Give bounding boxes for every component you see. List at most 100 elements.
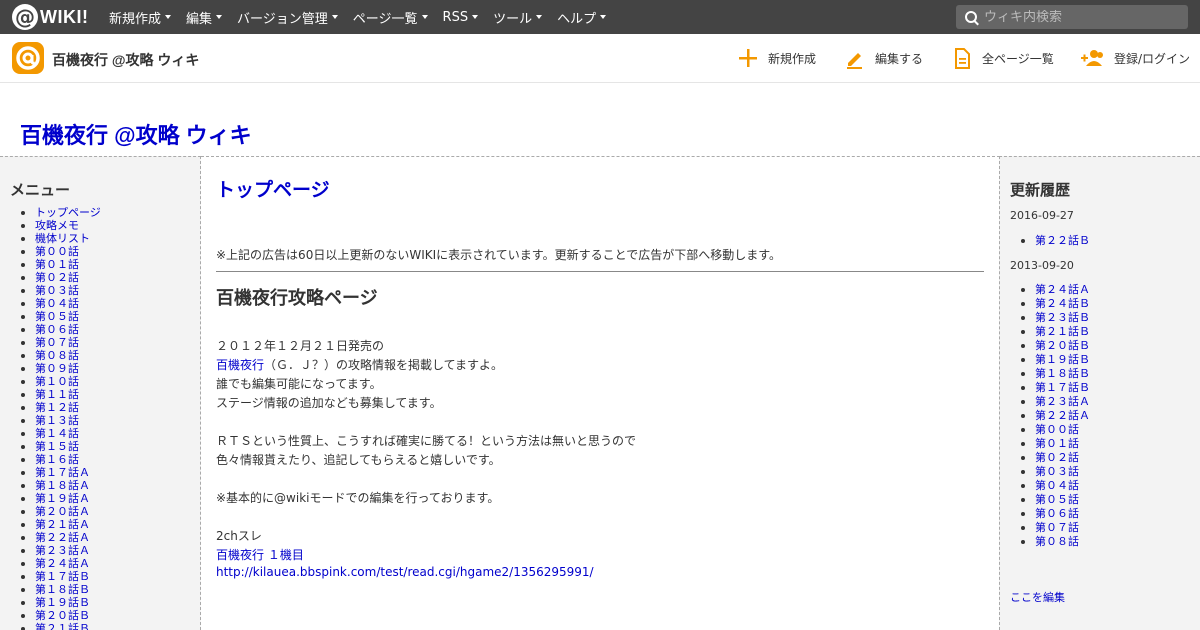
list-item-link[interactable]: 第０２話: [1035, 451, 1079, 464]
list-item-link[interactable]: 第１８話Ｂ: [35, 583, 90, 596]
all-pages-button[interactable]: 全ページ一覧: [951, 47, 1054, 69]
list-item-link[interactable]: 第２０話Ｂ: [35, 609, 90, 622]
edit-page-button[interactable]: 編集する: [844, 47, 923, 69]
list-item-link[interactable]: 第２３話Ｂ: [1035, 311, 1090, 324]
new-page-button[interactable]: 新規作成: [737, 47, 816, 69]
list-item: 第２２話Ｂ: [1020, 234, 1090, 248]
list-item-link[interactable]: 第０４話: [1035, 479, 1079, 492]
list-item-link[interactable]: 第２２話Ａ: [35, 531, 90, 544]
list-item-link[interactable]: 第１２話: [35, 401, 79, 414]
list-item-link[interactable]: 第０６話: [35, 323, 79, 336]
list-item-link[interactable]: 第２４話Ａ: [35, 557, 90, 570]
body-line: ステージ情報の追加なども募集してます。: [216, 396, 442, 410]
list-item-link[interactable]: 第１５話: [35, 440, 79, 453]
list-item-link[interactable]: 第２０話Ｂ: [1035, 339, 1090, 352]
list-item-link[interactable]: 第１８話Ａ: [35, 479, 90, 492]
list-item-link[interactable]: 第０１話: [35, 258, 79, 271]
site-name[interactable]: 百機夜行 @攻略 ウィキ: [52, 50, 199, 70]
search-icon[interactable]: [965, 11, 977, 23]
login-button[interactable]: 登録/ログイン: [1081, 47, 1190, 69]
list-item-link[interactable]: 第０１話: [1035, 437, 1079, 450]
list-item-link[interactable]: 第０２話: [35, 271, 79, 284]
list-item-link[interactable]: トップページ: [35, 206, 101, 219]
list-item-link[interactable]: 第１１話: [35, 388, 79, 401]
topnav-tools[interactable]: ツール: [493, 8, 543, 27]
list-item: 第０３話: [1020, 465, 1090, 479]
caret-down-icon: [421, 15, 428, 19]
list-item-link[interactable]: 第０８話: [35, 349, 79, 362]
list-item-link[interactable]: 第２２話Ｂ: [1035, 234, 1090, 247]
topnav-pagelist[interactable]: ページ一覧: [353, 8, 428, 27]
list-item: 第１７話Ａ: [20, 466, 101, 479]
list-item: 第２４話Ａ: [20, 557, 101, 570]
thread-url-link[interactable]: http://kilauea.bbspink.com/test/read.cgi…: [216, 565, 594, 579]
list-item-link[interactable]: 第１０話: [35, 375, 79, 388]
list-item-link[interactable]: 第００話: [1035, 423, 1079, 436]
list-item-link[interactable]: 第２０話Ａ: [35, 505, 90, 518]
main-heading[interactable]: トップページ: [216, 175, 330, 202]
site-logo-icon[interactable]: [12, 42, 44, 74]
list-item-link[interactable]: 第０６話: [1035, 507, 1079, 520]
list-item-link[interactable]: 第０５話: [35, 310, 79, 323]
menu-list: トップページ 攻略メモ 機体リスト 第００話 第０１話 第０２話 第０３話 第０４話 第０５話第…: [20, 206, 101, 630]
topnav-new[interactable]: 新規作成: [109, 8, 172, 27]
list-item: 第０３話: [20, 284, 101, 297]
list-item-link[interactable]: 攻略メモ: [35, 219, 79, 232]
thread-link[interactable]: 百機夜行 １機目: [216, 546, 304, 563]
list-item-link[interactable]: 第１３話: [35, 414, 79, 427]
list-item-link[interactable]: 第２２話Ａ: [1035, 409, 1090, 422]
topnav-help[interactable]: ヘルプ: [557, 8, 607, 27]
topnav-label: 編集: [186, 11, 213, 27]
topnav-label: ヘルプ: [557, 11, 597, 27]
topnav-version[interactable]: バージョン管理: [237, 8, 338, 27]
list-item-link[interactable]: 第１９話Ｂ: [35, 596, 90, 609]
atwiki-logo[interactable]: @ WIKI!: [12, 4, 92, 30]
page-title[interactable]: 百機夜行 @攻略 ウィキ: [20, 118, 252, 150]
edit-here-link[interactable]: ここを編集: [1010, 589, 1065, 605]
list-item-link[interactable]: 第１６話: [35, 453, 79, 466]
list-item-link[interactable]: 第０８話: [1035, 535, 1079, 548]
list-item-link[interactable]: 第１９話Ａ: [35, 492, 90, 505]
caret-down-icon: [536, 15, 543, 19]
list-item-link[interactable]: 第１８話Ｂ: [1035, 367, 1090, 380]
list-item-link[interactable]: 第０７話: [1035, 521, 1079, 534]
game-link[interactable]: 百機夜行: [216, 358, 264, 372]
topnav-rss[interactable]: RSS: [443, 8, 479, 27]
list-item-link[interactable]: 第１４話: [35, 427, 79, 440]
topnav-label: バージョン管理: [237, 11, 328, 27]
list-item-link[interactable]: 第０７話: [35, 336, 79, 349]
list-item: 第１９話Ｂ: [1020, 353, 1090, 367]
list-item-link[interactable]: 第００話: [35, 245, 79, 258]
list-item: 第１７話Ｂ: [1020, 381, 1090, 395]
list-item-link[interactable]: 第２４話Ｂ: [1035, 297, 1090, 310]
list-item: 第２３話Ａ: [1020, 395, 1090, 409]
topnav-edit[interactable]: 編集: [186, 8, 223, 27]
list-item: 第００話: [20, 245, 101, 258]
list-item-link[interactable]: 機体リスト: [35, 232, 90, 245]
list-item-link[interactable]: 第０３話: [35, 284, 79, 297]
list-item-link[interactable]: 第２３話Ａ: [35, 544, 90, 557]
list-item-link[interactable]: 第０４話: [35, 297, 79, 310]
list-item-link[interactable]: 第２４話Ａ: [1035, 283, 1090, 296]
list-item: 第０９話: [20, 362, 101, 375]
list-item-link[interactable]: 第１７話Ｂ: [35, 570, 90, 583]
list-item: 第２１話Ａ: [20, 518, 101, 531]
list-item-link[interactable]: 第２１話Ｂ: [35, 622, 90, 630]
list-item-link[interactable]: 第１７話Ｂ: [1035, 381, 1090, 394]
list-item-link[interactable]: 第２１話Ｂ: [1035, 325, 1090, 338]
list-item-link[interactable]: 第０３話: [1035, 465, 1079, 478]
caret-down-icon: [600, 15, 607, 19]
list-item: トップページ: [20, 206, 101, 219]
list-item: 第１８話Ｂ: [20, 583, 101, 596]
body-line: 2chスレ: [216, 529, 262, 543]
list-item-link[interactable]: 第０５話: [1035, 493, 1079, 506]
list-item-link[interactable]: 第２１話Ａ: [35, 518, 90, 531]
list-item-link[interactable]: 第０９話: [35, 362, 79, 375]
list-item-link[interactable]: 第２３話Ａ: [1035, 395, 1090, 408]
list-item: 第２０話Ｂ: [20, 609, 101, 622]
site-header: 百機夜行 @攻略 ウィキ 新規作成 編集する 全ページ一覧 登録/ログイン: [0, 34, 1200, 83]
list-item: 第０２話: [1020, 451, 1090, 465]
search-input[interactable]: [984, 9, 1174, 25]
list-item-link[interactable]: 第１９話Ｂ: [1035, 353, 1090, 366]
list-item-link[interactable]: 第１７話Ａ: [35, 466, 90, 479]
